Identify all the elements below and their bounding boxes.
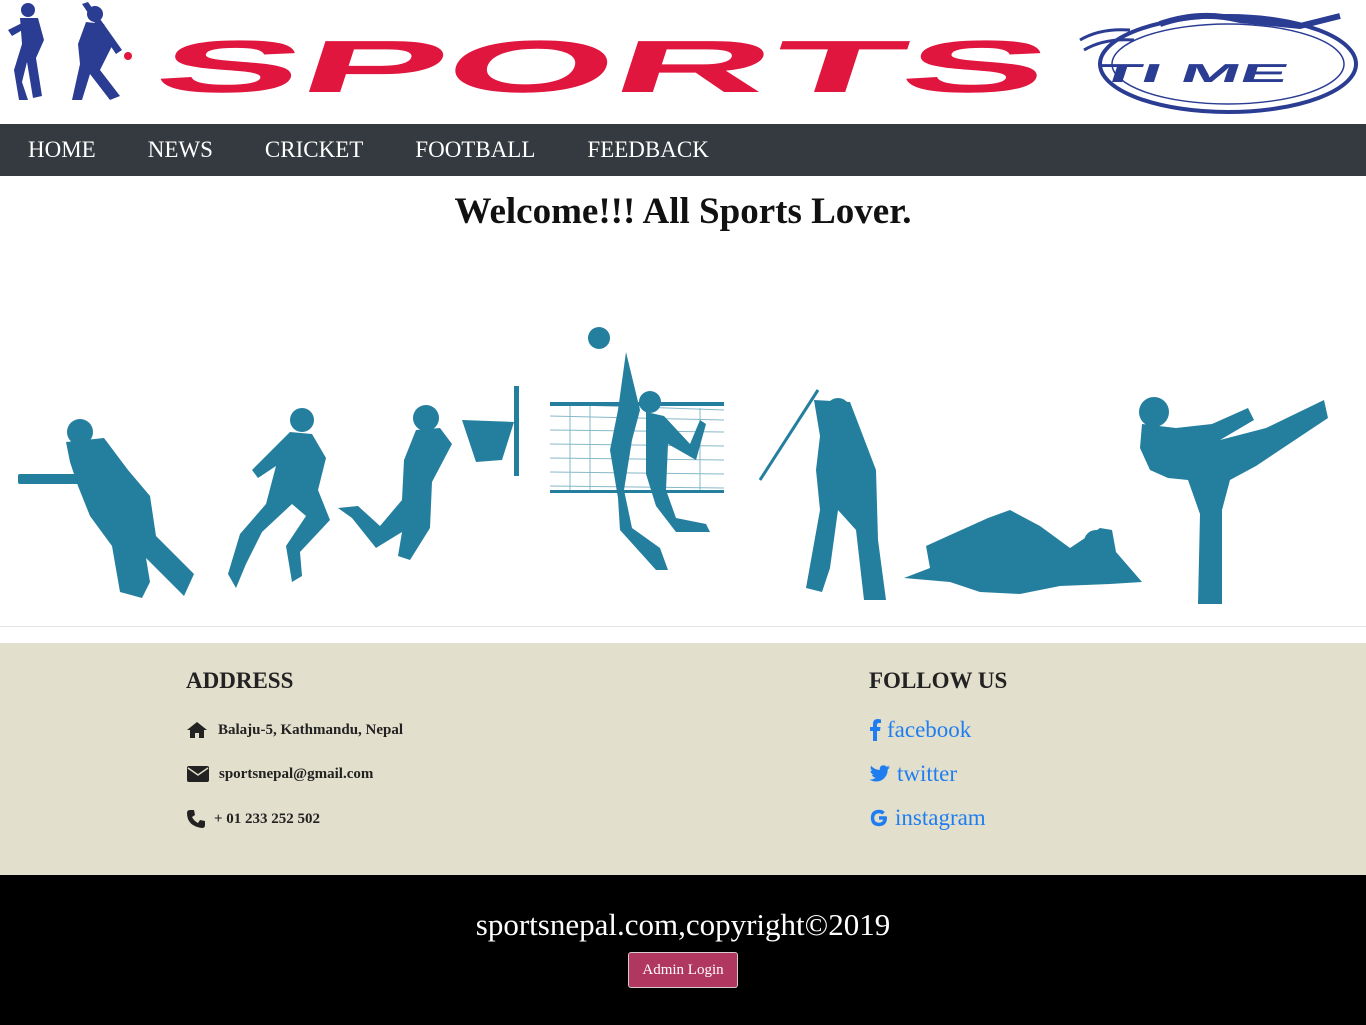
welcome-heading: Welcome!!! All Sports Lover.: [454, 191, 912, 232]
address-title: ADDRESS: [186, 668, 294, 693]
twitter-label: twitter: [897, 761, 958, 786]
admin-login-button[interactable]: Admin Login: [628, 952, 738, 988]
main-navbar: HOME NEWS CRICKET FOOTBALL FEEDBACK: [0, 124, 1366, 176]
facebook-link[interactable]: facebook: [869, 717, 971, 743]
header-banner: SPORTS TI ME: [0, 0, 1366, 124]
page-footer: sportsnepal.com,copyright©2019 Admin Log…: [0, 875, 1366, 1025]
phone-text: + 01 233 252 502: [214, 810, 321, 827]
cricketer-silhouette: [18, 419, 194, 598]
envelope-icon: [187, 766, 209, 782]
home-icon: [187, 722, 207, 738]
golfer-silhouette: [758, 389, 886, 600]
twitter-link[interactable]: twitter: [869, 761, 957, 787]
address-row: Balaju-5, Kathmandu, Nepal: [186, 721, 403, 739]
basketball-silhouette: [338, 386, 519, 560]
google-icon: [870, 809, 887, 827]
follow-us-title: FOLLOW US: [869, 668, 1008, 693]
facebook-icon: [870, 719, 881, 741]
cricket-players-icon: [8, 2, 132, 100]
sports-time-logo[interactable]: SPORTS TI ME: [0, 0, 1366, 124]
volleyball-silhouette: [549, 327, 725, 570]
phone-icon: [187, 810, 205, 828]
phone-row: + 01 233 252 502: [186, 809, 320, 829]
svg-text:SPORTS: SPORTS: [145, 26, 1062, 109]
address-text: Balaju-5, Kathmandu, Nepal: [218, 721, 404, 738]
twitter-icon: [869, 765, 890, 782]
swimmer-silhouette: [904, 510, 1142, 594]
karate-silhouette: [1139, 397, 1328, 604]
svg-text:TI ME: TI ME: [1093, 59, 1293, 88]
logo-clock-icon: TI ME: [1079, 12, 1358, 114]
email-text: sportsnepal@gmail.com: [219, 765, 374, 782]
logo-sports-lettering: SPORTS: [145, 26, 1062, 109]
section-divider: [0, 626, 1366, 627]
sports-silhouettes-image: [18, 327, 1328, 604]
nav-football[interactable]: FOOTBALL: [389, 124, 561, 176]
runner-silhouette: [228, 408, 330, 588]
copyright-text: sportsnepal.com,copyright©2019: [475, 907, 891, 942]
contact-section: ADDRESS Balaju-5, Kathmandu, Nepal sport…: [0, 643, 1366, 875]
nav-cricket[interactable]: CRICKET: [239, 124, 389, 176]
instagram-link[interactable]: instagram: [869, 805, 986, 831]
instagram-label: instagram: [895, 805, 986, 830]
email-row: sportsnepal@gmail.com: [186, 765, 373, 783]
nav-home[interactable]: HOME: [0, 124, 122, 176]
facebook-label: facebook: [887, 717, 972, 742]
nav-news[interactable]: NEWS: [122, 124, 239, 176]
nav-feedback[interactable]: FEEDBACK: [561, 124, 734, 176]
